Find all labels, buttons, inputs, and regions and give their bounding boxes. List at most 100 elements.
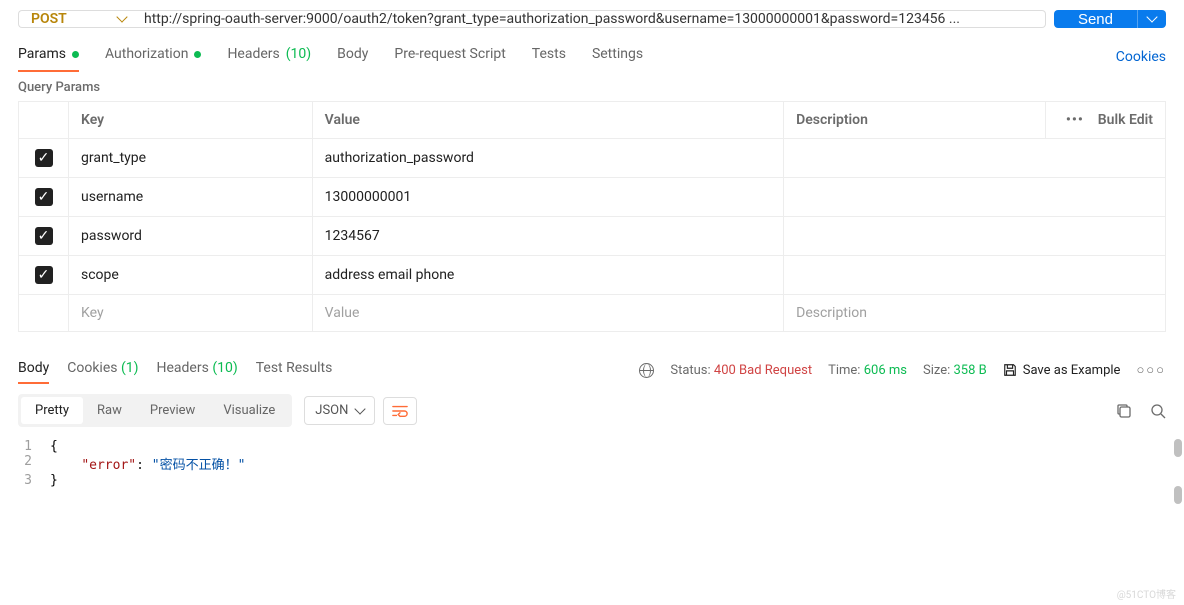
watermark: @51CTO博客 [1117,586,1176,601]
tab-label: Authorization [105,46,188,62]
more-icon[interactable]: ••• [1066,112,1084,128]
tab-label: Body [337,46,368,62]
save-icon [1003,363,1017,377]
chevron-down-icon [116,11,127,22]
send-options-button[interactable] [1137,10,1166,28]
resp-tab-cookies[interactable]: Cookies (1) [67,356,138,384]
request-row: POST http://spring-oauth-server:9000/oau… [0,0,1184,42]
send-button[interactable]: Send [1054,10,1137,28]
wrap-lines-button[interactable] [383,397,417,425]
col-key: Key [69,102,313,139]
param-value[interactable]: authorization_password [312,139,783,178]
tab-label: Settings [592,46,643,62]
checkbox[interactable]: ✓ [35,188,53,206]
col-checkbox [19,102,69,139]
tab-count: (10) [212,360,237,376]
param-description[interactable] [784,178,1166,217]
format-select[interactable]: JSON [304,396,375,425]
param-key[interactable]: grant_type [69,139,313,178]
save-as-example[interactable]: Save as Example [1003,363,1121,378]
line-number: 1 [10,439,50,454]
scrollbar-thumb[interactable] [1174,439,1182,457]
view-visualize[interactable]: Visualize [209,397,289,424]
copy-icon[interactable] [1116,403,1132,419]
tab-headers[interactable]: Headers (10) [227,42,311,72]
resp-tab-headers[interactable]: Headers (10) [157,356,238,384]
view-preview[interactable]: Preview [136,397,209,424]
tab-count: (1) [121,360,139,376]
globe-icon[interactable] [639,363,654,378]
line-number: 2 [10,454,50,473]
code-content: } [50,473,58,488]
send-button-group: Send [1054,10,1166,28]
tab-body[interactable]: Body [337,42,368,72]
table-row: ✓ grant_type authorization_password [19,139,1166,178]
tabs-right: Cookies [1116,49,1166,65]
response-area: Body Cookies (1) Headers (10) Test Resul… [0,356,1184,508]
param-value[interactable]: 1234567 [312,217,783,256]
search-icon[interactable] [1150,403,1166,419]
param-value[interactable]: address email phone [312,256,783,295]
param-description[interactable] [784,139,1166,178]
table-header-row: Key Value Description ••• Bulk Edit [19,102,1166,139]
response-meta: Status: 400 Bad Request Time: 606 ms Siz… [639,362,1166,378]
request-tabs-left: Params Authorization Headers (10) Body P… [18,42,643,72]
resp-tab-testresults[interactable]: Test Results [256,356,333,384]
table-row: ✓ username 13000000001 [19,178,1166,217]
resp-tab-body[interactable]: Body [18,356,49,384]
col-value: Value [312,102,783,139]
view-tabs: Pretty Raw Preview Visualize [18,394,292,427]
time-value: 606 ms [864,363,907,378]
http-method-select[interactable]: POST [18,10,138,28]
col-description: Description [784,102,1046,139]
table-row: ✓ scope address email phone [19,256,1166,295]
param-key[interactable]: password [69,217,313,256]
tab-label: Headers [227,46,279,62]
status-dot-icon [194,51,201,58]
bulk-edit-link[interactable]: Bulk Edit [1098,112,1153,128]
response-body[interactable]: 1{2 "error": "密码不正确！"3} [0,435,1184,508]
tab-params[interactable]: Params [18,42,79,72]
tab-prerequest[interactable]: Pre-request Script [394,42,505,72]
tab-authorization[interactable]: Authorization [105,42,201,72]
param-description[interactable] [784,256,1166,295]
scrollbar-thumb[interactable] [1174,486,1182,504]
param-value-placeholder[interactable]: Value [312,295,783,332]
tab-label: Params [18,46,66,62]
param-desc-placeholder[interactable]: Description [784,295,1166,332]
param-key[interactable]: username [69,178,313,217]
cookies-link[interactable]: Cookies [1116,49,1166,65]
time: Time: 606 ms [828,363,907,378]
wrap-icon [392,404,408,418]
line-number: 3 [10,473,50,488]
param-description[interactable] [784,217,1166,256]
code-content: "error": "密码不正确！" [50,454,245,473]
table-row: ✓ password 1234567 [19,217,1166,256]
response-tabs: Body Cookies (1) Headers (10) Test Resul… [0,356,1184,384]
tab-label: Cookies [67,360,117,376]
code-line: 2 "error": "密码不正确！" [10,454,1174,473]
more-icon[interactable]: ○○○ [1136,362,1166,378]
tab-count: (10) [286,46,311,62]
view-raw[interactable]: Raw [83,397,136,424]
url-input[interactable]: http://spring-oauth-server:9000/oauth2/t… [130,10,1046,28]
method-url-group: POST http://spring-oauth-server:9000/oau… [18,10,1046,28]
param-key-placeholder[interactable]: Key [69,295,313,332]
tab-tests[interactable]: Tests [532,42,566,72]
code-line: 3} [10,473,1174,488]
checkbox[interactable]: ✓ [35,227,53,245]
checkbox[interactable]: ✓ [35,266,53,284]
view-right-tools [1116,403,1166,419]
checkbox[interactable]: ✓ [35,149,53,167]
tab-label: Tests [532,46,566,62]
query-params-table: Key Value Description ••• Bulk Edit ✓ gra… [18,101,1166,332]
table-row-new[interactable]: KeyValueDescription [19,295,1166,332]
query-params-title: Query Params [0,72,1184,101]
save-label: Save as Example [1023,363,1121,378]
status: Status: 400 Bad Request [670,363,812,378]
chevron-down-icon [355,403,366,414]
param-key[interactable]: scope [69,256,313,295]
view-pretty[interactable]: Pretty [21,397,83,424]
tab-settings[interactable]: Settings [592,42,643,72]
param-value[interactable]: 13000000001 [312,178,783,217]
